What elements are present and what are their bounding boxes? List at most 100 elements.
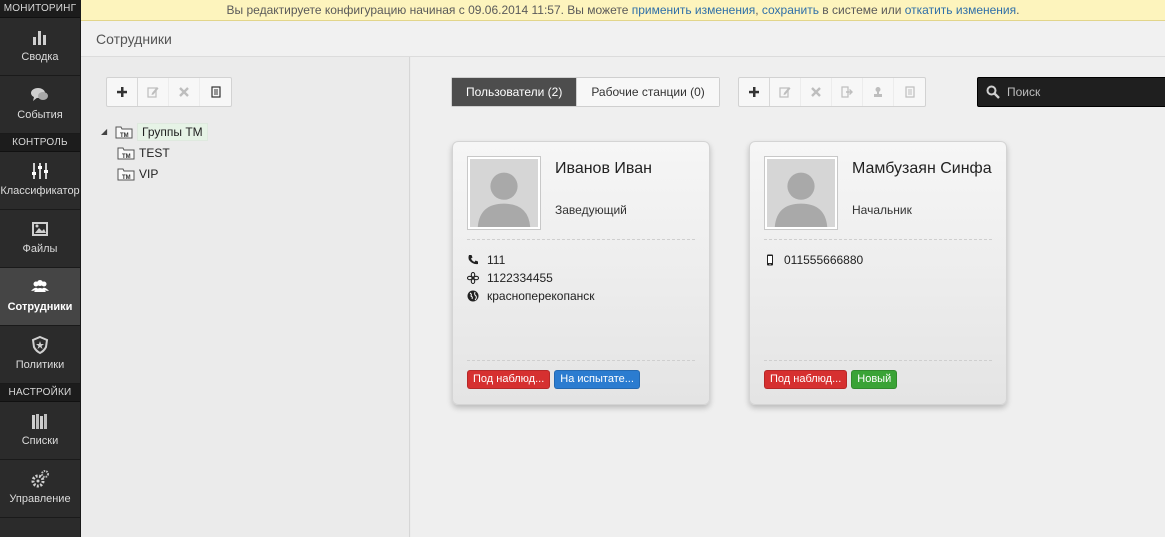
images-icon	[0, 219, 80, 241]
employee-name: Мамбузаян Синфа	[852, 160, 992, 177]
employees-panel: Пользователи (2) Рабочие станции (0) Пои…	[411, 57, 1165, 537]
document-icon	[210, 86, 221, 98]
groups-tree: ◢ TM Группы ТМ TM TEST TM VIP	[101, 121, 208, 184]
nav-item-policies[interactable]: Политики	[0, 326, 80, 384]
employee-card[interactable]: Иванов Иван Заведующий 111 1122334455 кр…	[452, 141, 710, 405]
users-icon	[0, 277, 80, 299]
status-badge[interactable]: Под наблюд...	[467, 370, 551, 389]
svg-text:TM: TM	[120, 133, 129, 139]
contact-value: 011555666880	[784, 253, 864, 267]
tree-item-test[interactable]: TM TEST	[101, 142, 208, 163]
user-silhouette-icon	[774, 172, 828, 227]
employee-card[interactable]: Мамбузаян Синфа Начальник 011555666880 П…	[749, 141, 1007, 405]
folder-tm-icon: TM	[117, 168, 135, 181]
groups-toolbar	[106, 77, 232, 107]
card-divider	[467, 360, 695, 361]
nav-label: Сводка	[21, 51, 59, 63]
groups-panel: ◢ TM Группы ТМ TM TEST TM VIP	[81, 57, 410, 537]
contact-value: 111	[487, 253, 506, 267]
nav-item-classifier[interactable]: Классификатор	[0, 152, 80, 210]
nav-label: Политики	[15, 359, 65, 371]
group-properties-button[interactable]	[200, 78, 231, 106]
save-link[interactable]: сохранить	[762, 3, 819, 17]
document-icon	[904, 86, 915, 98]
phone-icon	[468, 255, 478, 265]
contact-city: красноперекопанск	[467, 287, 595, 305]
avatar	[467, 156, 541, 230]
edit-icon	[779, 87, 791, 98]
gears-icon	[0, 469, 80, 491]
delete-employee-button[interactable]	[801, 78, 832, 106]
notice-text-sep: ,	[755, 3, 762, 17]
page-title: Сотрудники	[96, 31, 172, 47]
revert-changes-link[interactable]: откатить изменения	[905, 3, 1016, 17]
tree-item-label[interactable]: TEST	[139, 146, 170, 160]
add-group-button[interactable]	[107, 78, 138, 106]
config-notice-bar: Вы редактируете конфигурацию начиная с 0…	[81, 0, 1165, 21]
card-divider	[764, 360, 992, 361]
chat-bubbles-icon	[0, 85, 80, 107]
plus-icon	[117, 87, 127, 97]
nav-item-summary[interactable]: Сводка	[0, 18, 80, 76]
nav-label: Файлы	[22, 243, 58, 255]
tab-users[interactable]: Пользователи (2)	[452, 78, 577, 106]
sliders-icon	[0, 161, 80, 183]
edit-employee-button[interactable]	[770, 78, 801, 106]
nav-label: Классификатор	[0, 185, 80, 197]
badge-list: Под наблюд... Новый	[764, 370, 901, 389]
tree-root-label[interactable]: Группы ТМ	[137, 122, 208, 141]
employee-details-button[interactable]	[894, 78, 925, 106]
user-silhouette-icon	[477, 172, 531, 227]
add-employee-button[interactable]	[739, 78, 770, 106]
icq-flower-icon	[467, 272, 479, 284]
shield-star-icon	[0, 335, 80, 357]
tree-root-row[interactable]: ◢ TM Группы ТМ	[101, 121, 208, 142]
contact-list: 111 1122334455 красноперекопанск	[467, 251, 595, 305]
move-employee-button[interactable]	[832, 78, 863, 106]
employees-toolbar	[738, 77, 926, 107]
nav-label: События	[17, 109, 63, 121]
contact-icq: 1122334455	[467, 269, 595, 287]
status-badge[interactable]: Под наблюд...	[764, 370, 848, 389]
nav-label: Списки	[21, 435, 59, 447]
close-icon	[811, 87, 821, 97]
delete-group-button[interactable]	[169, 78, 200, 106]
employee-name: Иванов Иван	[555, 160, 652, 177]
search-box	[977, 77, 1165, 107]
folder-tm-icon: TM	[117, 147, 135, 160]
contact-phone: 111	[467, 251, 595, 269]
tab-workstations[interactable]: Рабочие станции (0)	[576, 78, 719, 106]
nav-item-files[interactable]: Файлы	[0, 210, 80, 268]
main-nav: МОНИТОРИНГ Сводка События КОНТРОЛЬ Класс…	[0, 0, 81, 537]
plus-icon	[749, 87, 759, 97]
card-divider	[764, 239, 992, 240]
svg-text:TM: TM	[122, 175, 131, 181]
status-badge[interactable]: На испытате...	[554, 370, 640, 389]
status-badge[interactable]: Новый	[851, 370, 898, 389]
employee-role: Заведующий	[555, 203, 627, 217]
edit-group-button[interactable]	[138, 78, 169, 106]
triangle-down-icon[interactable]: ◢	[101, 127, 109, 136]
contact-list: 011555666880	[764, 251, 863, 269]
edit-icon	[147, 87, 159, 98]
badge-list: Под наблюд... На испытате...	[467, 370, 644, 389]
notice-text-end: .	[1016, 3, 1020, 17]
globe-icon	[467, 290, 479, 302]
nav-item-employees[interactable]: Сотрудники	[0, 268, 80, 326]
notice-text: Вы редактируете конфигурацию начиная с 0…	[226, 3, 632, 17]
nav-item-events[interactable]: События	[0, 76, 80, 134]
employee-stamp-button[interactable]	[863, 78, 894, 106]
contact-value: красноперекопанск	[487, 289, 595, 303]
stamp-icon	[874, 87, 882, 97]
search-input[interactable]	[1007, 85, 1157, 99]
close-icon	[179, 87, 189, 97]
tree-item-vip[interactable]: TM VIP	[101, 163, 208, 184]
books-icon	[0, 411, 80, 433]
nav-item-lists[interactable]: Списки	[0, 402, 80, 460]
apply-changes-link[interactable]: применить изменения	[632, 3, 755, 17]
employee-role: Начальник	[852, 203, 912, 217]
tree-item-label[interactable]: VIP	[139, 167, 158, 181]
nav-item-management[interactable]: Управление	[0, 460, 80, 518]
title-bar: Сотрудники	[81, 21, 1165, 57]
mobile-phone-icon	[767, 254, 773, 266]
